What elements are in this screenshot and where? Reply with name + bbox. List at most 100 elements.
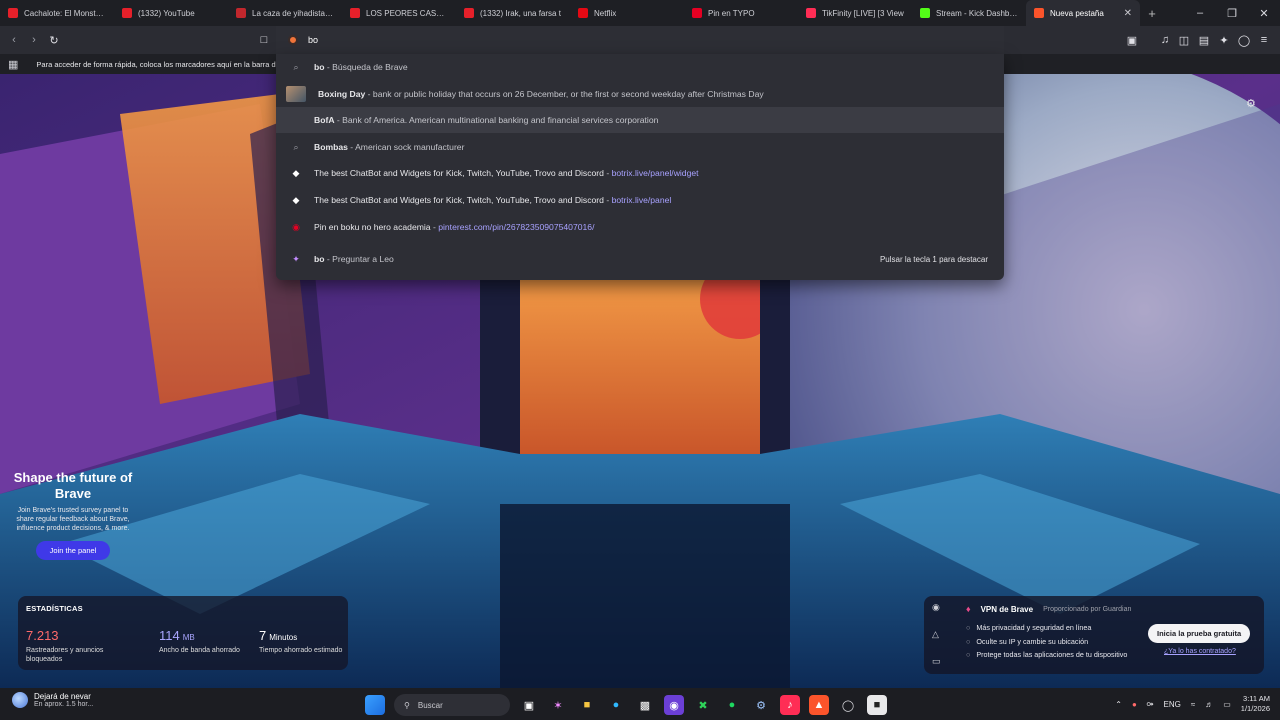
weather-widget[interactable]: Dejará de nevar En aprox. 1.5 hor... xyxy=(12,692,93,708)
start-icon[interactable] xyxy=(365,695,385,715)
shields-tab-icon[interactable]: ▣ xyxy=(1124,32,1140,48)
tab-title: Netflix xyxy=(594,8,617,18)
new-tab-button[interactable]: + xyxy=(1140,0,1164,26)
xbox-icon[interactable]: ✖ xyxy=(693,695,713,715)
tab-favicon-icon xyxy=(578,8,588,18)
stat-value: 114 xyxy=(159,628,180,643)
apps-grid-icon[interactable]: ▦ xyxy=(8,58,18,71)
screen-icon[interactable]: ▭ xyxy=(932,656,946,667)
stat-unit: Minutos xyxy=(269,633,298,642)
suggestion-row[interactable]: ⌕ Bombas - American sock manufacturer xyxy=(276,134,1004,160)
close-window-icon[interactable]: ✕ xyxy=(1248,0,1280,26)
forward-icon[interactable]: › xyxy=(26,32,42,48)
address-input[interactable]: bo xyxy=(308,35,318,45)
clock-date: 1/1/2026 xyxy=(1240,704,1270,713)
back-icon[interactable]: ‹ xyxy=(6,32,22,48)
store-icon[interactable]: ▩ xyxy=(635,695,655,715)
window-controls: – ❐ ✕ xyxy=(1184,0,1280,26)
tab-close-icon[interactable]: ✕ xyxy=(1124,8,1132,19)
bookmark-icon[interactable]: □ xyxy=(256,32,272,48)
system-tray: ⌃ ● ⚩ ENG ≈ ♬ ▭ 3:11 AM 1/1/2026 xyxy=(1115,688,1270,720)
minimize-icon[interactable]: – xyxy=(1184,0,1216,26)
start-trial-button[interactable]: Inicia la prueba gratuita xyxy=(1148,624,1251,643)
address-bar[interactable]: bo xyxy=(276,26,1004,54)
tab-title: LOS PEORES CASOS Ch xyxy=(366,8,448,18)
omnibox-suggestions: ⌕ bo - Búsqueda de Brave Boxing Day - bank… xyxy=(276,54,1004,280)
battery-icon[interactable]: ▭ xyxy=(1223,700,1231,709)
vpn-widget: ◉ △ ▭ ♦ VPN de Brave Proporcionado por G… xyxy=(924,596,1264,674)
leo-icon[interactable]: ✦ xyxy=(1216,32,1232,48)
vpn-feature: ○ Más privacidad y seguridad en línea xyxy=(966,621,1127,635)
browser-tab[interactable]: La caza de yihadistas e xyxy=(228,0,342,26)
browser-tab[interactable]: Nueva pestaña ✕ xyxy=(1026,0,1140,26)
suggestion-description: - Bank of America. American multinationa… xyxy=(334,115,659,125)
music-icon[interactable]: ♫ xyxy=(1157,32,1173,48)
suggestion-row[interactable]: ◆ The best ChatBot and Widgets for Kick, … xyxy=(276,160,1004,186)
clock[interactable]: 3:11 AM 1/1/2026 xyxy=(1241,694,1270,714)
suggestion-text: Boxing Day - bank or public holiday that… xyxy=(318,89,764,99)
file-explorer-icon[interactable]: ■ xyxy=(577,695,597,715)
tab-favicon-icon xyxy=(236,8,246,18)
browser-tab[interactable]: (1332) YouTube xyxy=(114,0,228,26)
suggestion-row[interactable]: Boxing Day - bank or public holiday that… xyxy=(276,81,1004,107)
browser-tab[interactable]: (1332) Irak, una farsa t xyxy=(456,0,570,26)
reload-icon[interactable]: ↻ xyxy=(46,32,62,48)
browser-tab[interactable]: Cachalote: El Monstruo xyxy=(0,0,114,26)
search-icon: ⚲ xyxy=(404,700,410,710)
suggestion-text: bo - Preguntar a Leo xyxy=(314,254,394,264)
wifi-icon[interactable]: ≈ xyxy=(1191,700,1195,709)
stat-item: 7 Minutos Tiempo ahorrado estimado xyxy=(259,628,359,655)
steam-icon[interactable]: ⚙ xyxy=(751,695,771,715)
sidebar-icon[interactable]: ◫ xyxy=(1176,32,1192,48)
vpn-shield-icon[interactable]: ◉ xyxy=(932,602,946,613)
suggestion-title: bo xyxy=(314,254,325,264)
clock-time: 3:11 AM xyxy=(1243,694,1270,703)
suggestion-row[interactable]: BofA - Bank of America. American multina… xyxy=(276,107,1004,133)
tray-app-icon[interactable]: ● xyxy=(1132,700,1137,709)
weather-subtitle: En aprox. 1.5 hor... xyxy=(34,701,94,708)
brave-icon[interactable]: ▲ xyxy=(809,695,829,715)
winamp-icon[interactable]: ■ xyxy=(867,695,887,715)
taskbar-search[interactable]: ⚲ Buscar xyxy=(394,694,510,716)
browser-tab[interactable]: Netflix xyxy=(570,0,684,26)
vpn-title: VPN de Brave xyxy=(980,604,1034,614)
spotify-icon[interactable]: ● xyxy=(722,695,742,715)
copilot-icon[interactable]: ✶ xyxy=(548,695,568,715)
obs-icon[interactable]: ◯ xyxy=(838,695,858,715)
check-icon: ○ xyxy=(966,650,971,659)
browser-tab[interactable]: Stream - Kick Dashboa xyxy=(912,0,1026,26)
menu-icon[interactable]: ≡ xyxy=(1256,32,1272,48)
already-subscribed-link[interactable]: ¿Ya lo has contratado? xyxy=(1164,648,1236,655)
brave-search-icon xyxy=(288,35,298,45)
suggestion-title: Pin en boku no hero academia xyxy=(314,222,431,232)
wallet-icon[interactable]: ▤ xyxy=(1196,32,1212,48)
warning-icon[interactable]: △ xyxy=(932,629,946,640)
vpn-icon[interactable]: ◯ xyxy=(1236,32,1252,48)
bookmarks-hint: Para acceder de forma rápida, coloca los… xyxy=(36,59,313,69)
edge-icon[interactable]: ● xyxy=(606,695,626,715)
suggestion-description: - Preguntar a Leo xyxy=(324,254,394,264)
app-icon[interactable]: ◉ xyxy=(664,695,684,715)
tab-favicon-icon xyxy=(692,8,702,18)
weather-icon xyxy=(12,692,28,708)
stats-heading: ESTADÍSTICAS xyxy=(26,604,83,613)
tiktok-icon[interactable]: ♪ xyxy=(780,695,800,715)
suggestion-title: The best ChatBot and Widgets for Kick, T… xyxy=(314,195,604,205)
browser-tab[interactable]: Pin en TYPO xyxy=(684,0,798,26)
suggestion-description: - xyxy=(603,195,612,205)
browser-tab[interactable]: LOS PEORES CASOS Ch xyxy=(342,0,456,26)
browser-tab[interactable]: TikFinity [LIVE] [3 View xyxy=(798,0,912,26)
chevron-up-icon[interactable]: ⌃ xyxy=(1115,700,1122,709)
mic-icon[interactable]: ⚩ xyxy=(1147,700,1154,709)
maximize-icon[interactable]: ❐ xyxy=(1216,0,1248,26)
suggestion-row[interactable]: ◆ The best ChatBot and Widgets for Kick, … xyxy=(276,187,1004,213)
suggestion-row[interactable]: ✦ bo - Preguntar a Leo Pulsar la tecla 1 p… xyxy=(276,246,1004,272)
suggestion-title: bo xyxy=(314,62,325,72)
volume-icon[interactable]: ♬ xyxy=(1205,700,1213,709)
task-view-icon[interactable]: ▣ xyxy=(519,695,539,715)
suggestion-row[interactable]: ◉ Pin en boku no hero academia - pinteres… xyxy=(276,214,1004,240)
suggestion-row[interactable]: ⌕ bo - Búsqueda de Brave xyxy=(276,54,1004,80)
settings-gear-icon[interactable]: ⚙ xyxy=(1246,97,1256,110)
join-panel-button[interactable]: Join the panel xyxy=(35,541,111,560)
language-indicator[interactable]: ENG xyxy=(1164,700,1181,709)
